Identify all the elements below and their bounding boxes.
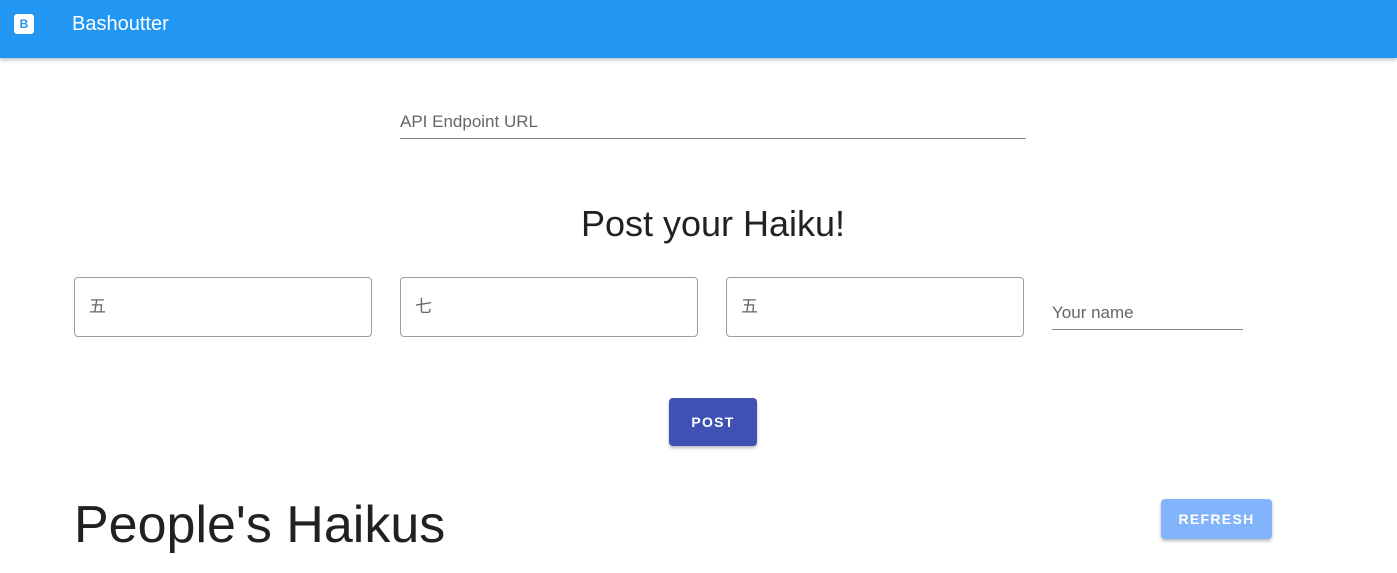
refresh-button[interactable]: REFRESH [1161, 499, 1272, 539]
haiku-line1-input[interactable] [74, 277, 372, 337]
haiku-line2-input[interactable] [400, 277, 698, 337]
b-logo-icon: B [14, 14, 34, 34]
haiku-line3-input[interactable] [726, 277, 1024, 337]
peoples-haikus-heading: People's Haikus [74, 496, 446, 554]
app-bar: B Bashoutter [0, 0, 1397, 58]
post-button[interactable]: POST [669, 398, 757, 446]
your-name-input[interactable] [1052, 297, 1243, 330]
post-haiku-heading: Post your Haiku! [580, 203, 846, 244]
app-title: Bashoutter [72, 13, 169, 35]
api-endpoint-input[interactable] [400, 106, 1026, 139]
